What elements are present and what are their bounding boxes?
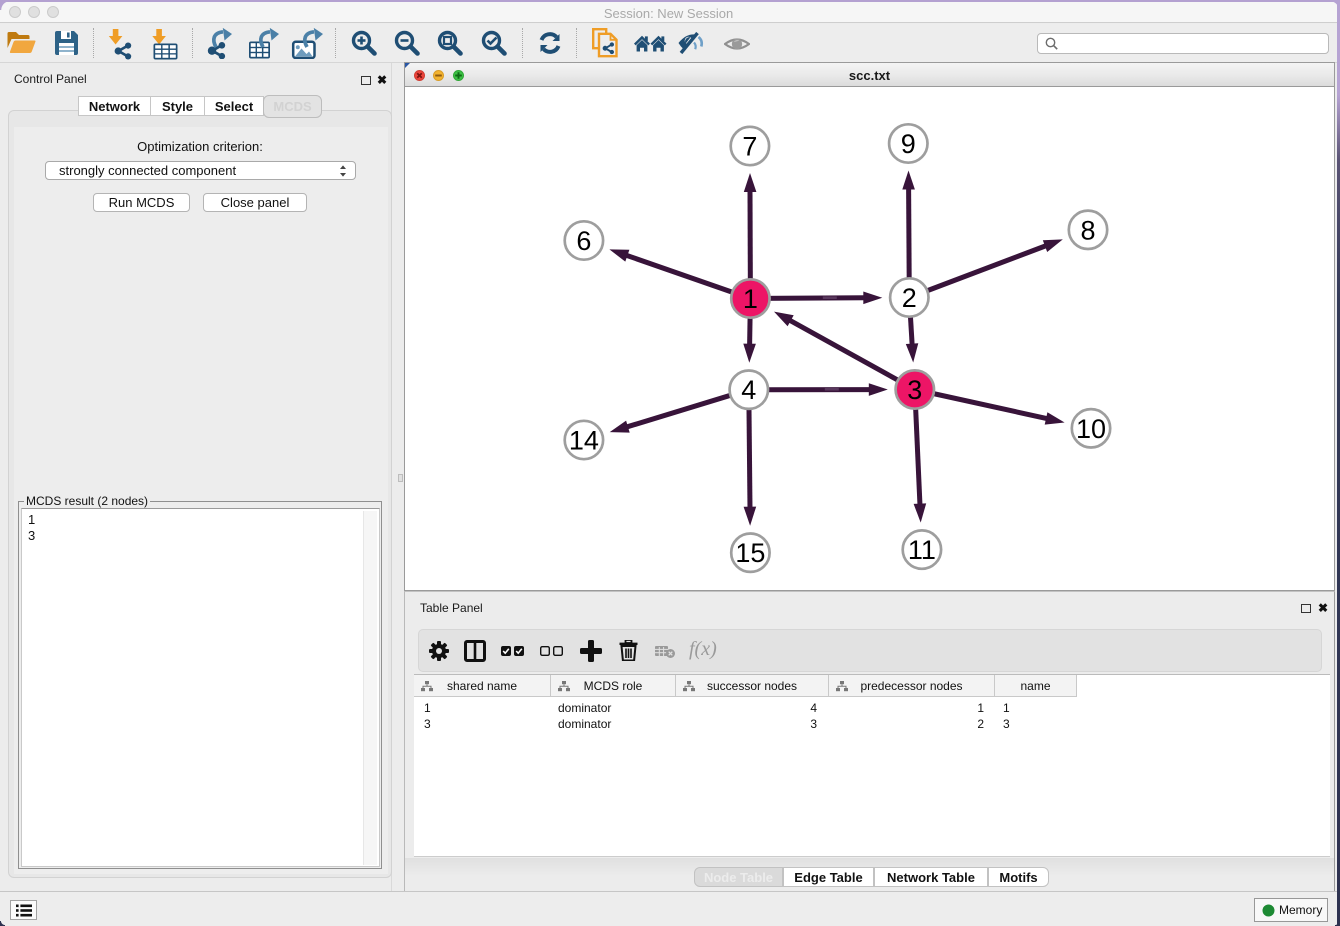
svg-text:3: 3 [907, 375, 922, 405]
svg-text:10: 10 [1076, 414, 1106, 444]
svg-text:11: 11 [908, 535, 936, 565]
svg-text:9: 9 [901, 129, 916, 159]
svg-text:8: 8 [1080, 215, 1095, 245]
svg-text:15: 15 [735, 538, 765, 568]
svg-text:7: 7 [742, 132, 757, 162]
svg-text:2: 2 [902, 283, 917, 313]
svg-text:6: 6 [576, 226, 591, 256]
svg-text:14: 14 [569, 426, 599, 456]
svg-text:4: 4 [741, 375, 756, 405]
svg-text:1: 1 [743, 284, 758, 314]
